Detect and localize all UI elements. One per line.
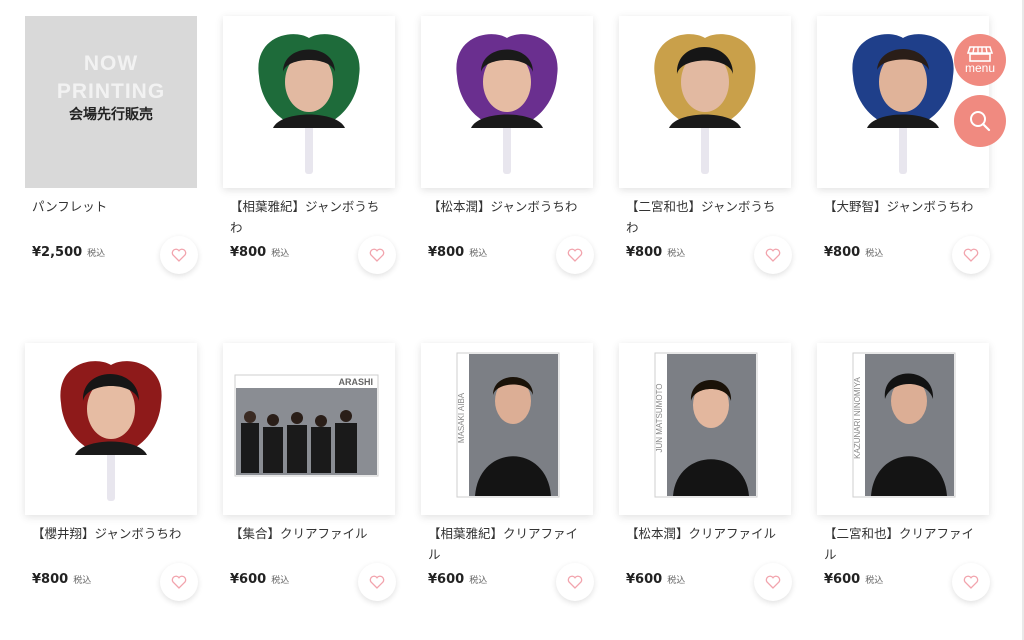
product-image[interactable]: MASAKI AIBA	[421, 343, 593, 515]
product-title[interactable]: 【松本潤】クリアファイル	[626, 523, 786, 544]
product-card: ARASHI 【集合】クリアファイル ¥600 税込	[223, 343, 396, 623]
group-clear-file-image: ARASHI	[234, 374, 379, 477]
product-image[interactable]	[619, 16, 791, 188]
menu-label: menu	[964, 60, 996, 75]
clear-file-image: MASAKI AIBA	[456, 352, 560, 498]
now-printing-text: NOW PRINTING	[56, 52, 166, 103]
clear-file-image: KAZUNARI NINOMIYA	[852, 352, 956, 498]
vertical-name-text: JUN MATSUMOTO	[655, 383, 664, 452]
favorite-button[interactable]	[952, 236, 990, 274]
search-icon	[970, 111, 991, 132]
heart-icon	[567, 575, 583, 589]
product-image[interactable]	[421, 16, 593, 188]
heart-icon	[171, 575, 187, 589]
heart-icon	[171, 248, 187, 262]
product-card: 【櫻井翔】ジャンボうちわ ¥800 税込	[25, 343, 198, 623]
search-button[interactable]	[954, 95, 1006, 147]
product-price: ¥2,500 税込	[32, 245, 106, 260]
favorite-button[interactable]	[358, 236, 396, 274]
heart-icon	[369, 575, 385, 589]
product-title[interactable]: 【櫻井翔】ジャンボうちわ	[32, 523, 192, 544]
shop-icon	[967, 45, 993, 62]
product-image[interactable]: KAZUNARI NINOMIYA	[817, 343, 989, 515]
heart-icon	[765, 248, 781, 262]
favorite-button[interactable]	[754, 236, 792, 274]
product-card: 【松本潤】ジャンボうちわ ¥800 税込	[421, 16, 594, 296]
product-image[interactable]	[25, 343, 197, 515]
favorite-button[interactable]	[358, 563, 396, 601]
product-title[interactable]: 【相葉雅紀】ジャンボうちわ	[230, 196, 390, 238]
product-title[interactable]: 【二宮和也】ジャンボうちわ	[626, 196, 786, 238]
product-card: KAZUNARI NINOMIYA 【二宮和也】クリアファイル ¥600 税込	[817, 343, 990, 623]
product-price: ¥800 税込	[32, 572, 92, 587]
heart-icon	[369, 248, 385, 262]
product-title[interactable]: 【相葉雅紀】クリアファイル	[428, 523, 588, 565]
product-card: MASAKI AIBA 【相葉雅紀】クリアファイル ¥600 税込	[421, 343, 594, 623]
product-title[interactable]: 【大野智】ジャンボうちわ	[824, 196, 984, 217]
uchiwa-fan-image	[60, 361, 162, 501]
product-image[interactable]	[223, 16, 395, 188]
heart-icon	[963, 248, 979, 262]
product-price: ¥600 税込	[230, 572, 290, 587]
favorite-button[interactable]	[556, 236, 594, 274]
favorite-button[interactable]	[556, 563, 594, 601]
product-card: JUN MATSUMOTO 【松本潤】クリアファイル ¥600 税込	[619, 343, 792, 623]
favorite-button[interactable]	[754, 563, 792, 601]
vertical-name-text: MASAKI AIBA	[457, 392, 466, 443]
favorite-button[interactable]	[160, 236, 198, 274]
uchiwa-fan-image	[258, 34, 360, 174]
menu-button[interactable]: menu	[954, 34, 1006, 86]
uchiwa-fan-image	[654, 34, 756, 174]
product-price: ¥600 税込	[824, 572, 884, 587]
product-price: ¥800 税込	[626, 245, 686, 260]
product-card: 【二宮和也】ジャンボうちわ ¥800 税込	[619, 16, 792, 296]
heart-icon	[567, 248, 583, 262]
brand-logo-text: ARASHI	[338, 377, 373, 387]
product-price: ¥800 税込	[824, 245, 884, 260]
uchiwa-fan-image	[456, 34, 558, 174]
product-card: 【相葉雅紀】ジャンボうちわ ¥800 税込	[223, 16, 396, 296]
vertical-name-text: KAZUNARI NINOMIYA	[853, 377, 862, 459]
product-card: NOW PRINTING 会場先行販売 パンフレット ¥2,500 税込	[25, 16, 198, 296]
favorite-button[interactable]	[160, 563, 198, 601]
product-title[interactable]: 【松本潤】ジャンボうちわ	[428, 196, 588, 217]
product-title[interactable]: 【二宮和也】クリアファイル	[824, 523, 984, 565]
product-title[interactable]: パンフレット	[32, 196, 192, 217]
product-image[interactable]: ARASHI	[223, 343, 395, 515]
product-price: ¥800 税込	[230, 245, 290, 260]
product-price: ¥800 税込	[428, 245, 488, 260]
product-row: 【櫻井翔】ジャンボうちわ ¥800 税込 ARASHI 【集合】クリアファイル …	[25, 343, 995, 640]
heart-icon	[963, 575, 979, 589]
product-price: ¥600 税込	[428, 572, 488, 587]
product-row: NOW PRINTING 会場先行販売 パンフレット ¥2,500 税込 【相葉…	[25, 16, 995, 316]
product-price: ¥600 税込	[626, 572, 686, 587]
favorite-button[interactable]	[952, 563, 990, 601]
venue-presale-text: 会場先行販売	[69, 107, 153, 123]
heart-icon	[765, 575, 781, 589]
product-image-placeholder[interactable]: NOW PRINTING 会場先行販売	[25, 16, 197, 188]
product-image[interactable]: JUN MATSUMOTO	[619, 343, 791, 515]
product-title[interactable]: 【集合】クリアファイル	[230, 523, 390, 544]
clear-file-image: JUN MATSUMOTO	[654, 352, 758, 498]
